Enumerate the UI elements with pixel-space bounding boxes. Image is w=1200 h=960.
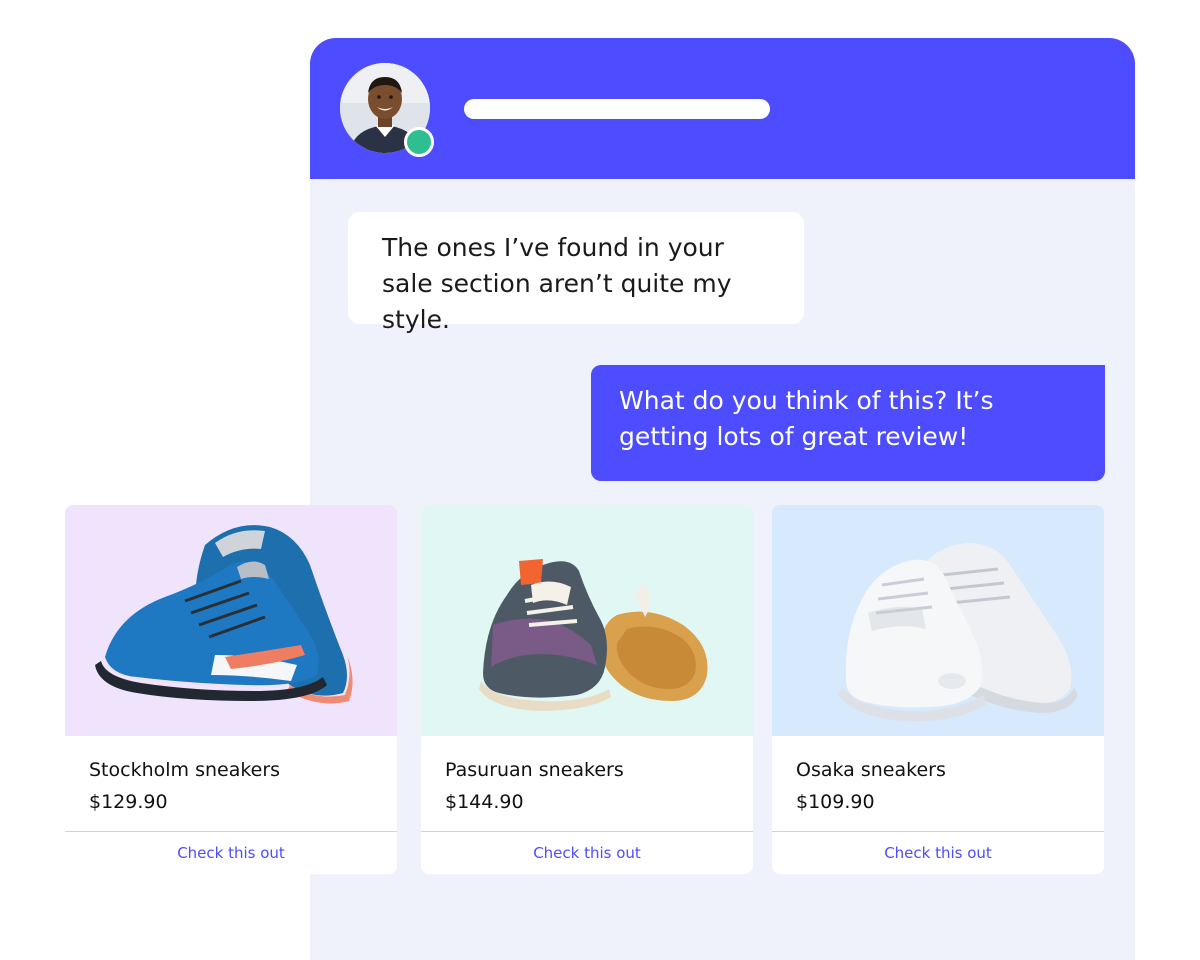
- customer-message-bubble: The ones I’ve found in your sale section…: [348, 212, 804, 334]
- agent-message-text: What do you think of this? It’s getting …: [619, 386, 994, 451]
- product-name: Osaka sneakers: [796, 759, 946, 781]
- product-card[interactable]: Stockholm sneakers $129.90 Check this ou…: [65, 505, 397, 874]
- white-sneaker-icon: [838, 543, 1078, 722]
- agent-message-bubble: What do you think of this? It’s getting …: [591, 365, 1105, 481]
- customer-message-text: The ones I’ve found in your sale section…: [382, 233, 732, 334]
- check-this-out-link[interactable]: Check this out: [421, 832, 753, 874]
- product-image[interactable]: [65, 505, 397, 736]
- product-image[interactable]: [772, 505, 1104, 736]
- product-card[interactable]: Osaka sneakers $109.90 Check this out: [772, 505, 1104, 874]
- blue-sneaker-icon: [95, 525, 353, 704]
- product-name: Stockholm sneakers: [89, 759, 281, 781]
- check-this-out-link[interactable]: Check this out: [65, 832, 397, 874]
- online-status-icon: [404, 127, 434, 157]
- agent-name-placeholder: [464, 99, 770, 119]
- chat-header: [310, 38, 1135, 179]
- product-card[interactable]: Pasuruan sneakers $144.90 Check this out: [421, 505, 753, 874]
- product-name: Pasuruan sneakers: [445, 759, 624, 781]
- check-this-out-link[interactable]: Check this out: [772, 832, 1104, 874]
- product-price: $129.90: [89, 791, 168, 813]
- product-image[interactable]: [421, 505, 753, 736]
- stage: The ones I’ve found in your sale section…: [0, 0, 1200, 960]
- patterned-sneaker-icon: [479, 559, 708, 711]
- product-price: $144.90: [445, 791, 524, 813]
- product-price: $109.90: [796, 791, 875, 813]
